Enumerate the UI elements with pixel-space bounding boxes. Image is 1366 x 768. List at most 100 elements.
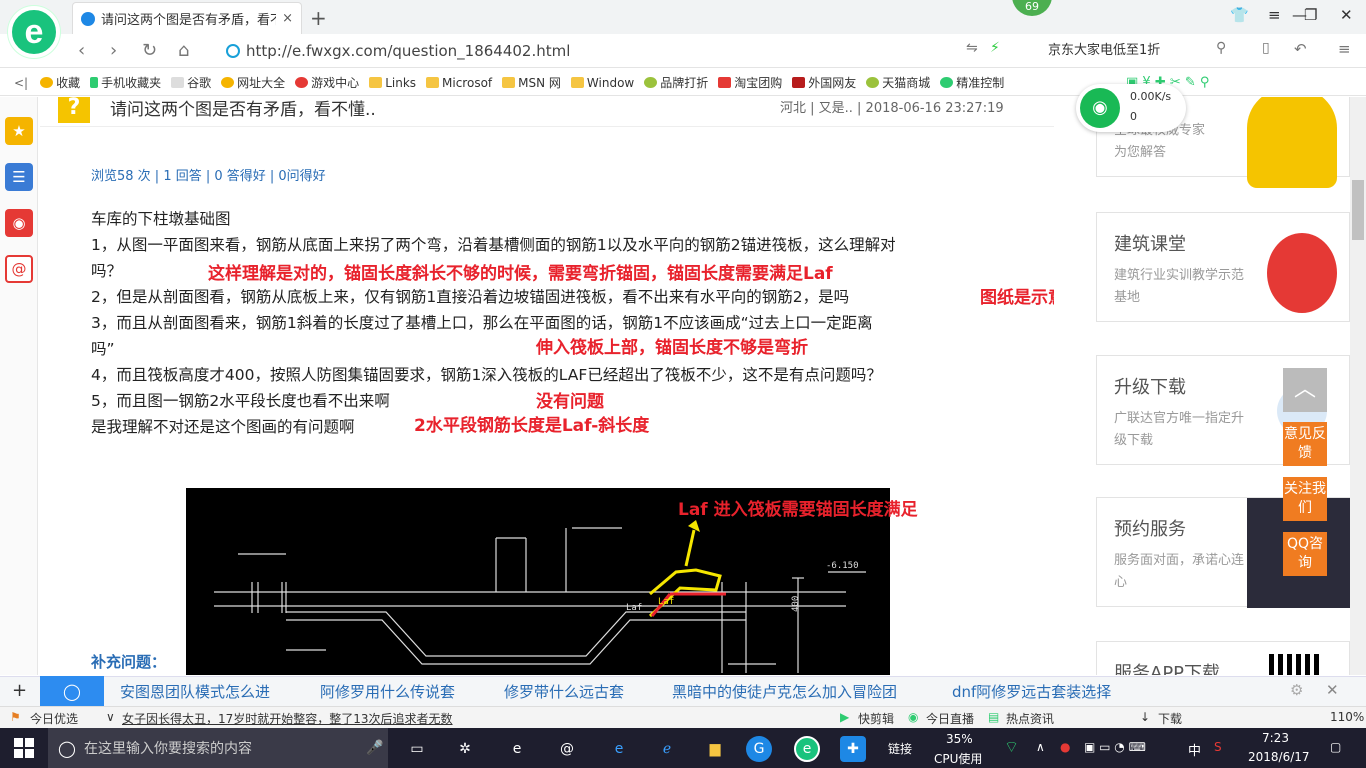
question-stats[interactable]: 浏览58 次 | 1 回答 | 0 答得好 | 0问得好 <box>91 165 326 184</box>
back-to-top-button[interactable]: ︿ <box>1283 368 1327 412</box>
bookmark-item[interactable]: 精准控制 <box>940 74 1004 91</box>
bookmark-item[interactable]: 谷歌 <box>171 74 211 91</box>
sogou-ime-icon[interactable]: S <box>1214 740 1222 754</box>
left-sidebar: ★ ☰ ◉ @ <box>0 97 38 675</box>
status-item[interactable]: 今日直播 <box>926 710 974 727</box>
hot-search-item[interactable]: 安图恩团队模式怎么进 <box>120 681 270 702</box>
qq-consult-button[interactable]: QQ咨询 <box>1283 532 1327 576</box>
browser-logo-icon[interactable]: e <box>8 6 60 58</box>
bookmark-item[interactable]: Window <box>570 76 634 90</box>
share-icon[interactable]: ⇋ <box>966 40 978 56</box>
app-cross-icon[interactable]: ✚ <box>840 736 866 762</box>
site-favicon-icon <box>81 11 95 26</box>
shirt-icon[interactable]: 👕 <box>1230 6 1249 24</box>
bookmark-item[interactable]: Links <box>369 76 416 90</box>
forward-icon[interactable]: › <box>110 40 117 61</box>
bookmark-item[interactable]: 淘宝团购 <box>718 74 782 91</box>
bookmark-item[interactable]: 外国网友 <box>792 74 856 91</box>
search-icon[interactable]: ⚲ <box>1216 40 1226 56</box>
clip-icon: ▶ <box>840 710 850 724</box>
score-badge[interactable]: 69 <box>1012 0 1052 16</box>
maximize-icon[interactable]: ❐ <box>1304 6 1317 24</box>
pinwheel-icon[interactable]: ✲ <box>452 736 478 762</box>
notification-icon[interactable]: ▢ <box>1330 740 1341 754</box>
favorites-icon[interactable]: ★ <box>5 117 33 145</box>
tab-close-icon[interactable]: × <box>282 11 293 26</box>
card-desc: 广联达官方唯一指定升级下载 <box>1114 411 1245 448</box>
list-icon[interactable]: ☰ <box>5 163 33 191</box>
task-view-icon[interactable]: ▭ <box>404 736 430 762</box>
status-item[interactable]: 下载 <box>1158 710 1182 727</box>
microphone-icon: 🎤 <box>366 740 384 756</box>
bookmark-item[interactable]: 品牌打折 <box>644 74 708 91</box>
bookmark-item[interactable]: 收藏 <box>40 74 80 91</box>
settings-icon[interactable]: ⚙ <box>1290 681 1303 699</box>
menu-icon[interactable]: ≡ <box>1268 6 1281 24</box>
weibo-icon[interactable]: ◉ <box>5 209 33 237</box>
collapse-icon[interactable]: <| <box>14 76 28 90</box>
url-field[interactable]: http://e.fwxgx.com/question_1864402.html <box>226 39 1034 63</box>
back-icon[interactable]: ‹ <box>78 40 85 61</box>
bookmark-item[interactable]: MSN 网 <box>502 74 561 91</box>
zoom-level[interactable]: 110% <box>1330 710 1364 724</box>
card-desc: 服务面对面，承诺心连心 <box>1114 553 1245 590</box>
hot-search-item[interactable]: 阿修罗用什么传说套 <box>320 681 455 702</box>
link-label[interactable]: 链接 <box>888 740 912 757</box>
ie-blue-icon[interactable]: ℯ <box>654 736 680 762</box>
status-item[interactable]: 快剪辑 <box>858 710 894 727</box>
ie-icon[interactable]: e <box>606 736 632 762</box>
service-card[interactable]: 服务APP下载 <box>1096 641 1350 675</box>
refresh-icon[interactable]: ↻ <box>142 40 157 61</box>
mascot-icon <box>1247 97 1337 188</box>
tray-icons[interactable]: ▣ ▭ ◔ ⌨ <box>1084 740 1146 754</box>
hot-search-item[interactable]: dnf阿修罗远古套装选择 <box>952 681 1111 702</box>
lightning-icon[interactable]: ⚡ <box>990 40 1000 56</box>
bookmark-item[interactable]: 游戏中心 <box>295 74 359 91</box>
taskbar-search-input[interactable]: ◯ 在这里输入你要搜索的内容 🎤 <box>48 728 388 768</box>
undo-icon[interactable]: ↶ <box>1294 40 1307 58</box>
cpu-label: CPU使用 <box>934 752 983 766</box>
folder-icon <box>570 77 584 88</box>
answer-annotation: 没有问题 <box>536 392 604 412</box>
search-input[interactable]: 京东大家电低至1折 <box>1040 39 1240 63</box>
service-card[interactable]: 建筑课堂 建筑行业实训教学示范基地 <box>1096 212 1350 322</box>
network-widget[interactable]: ◉ 0.00K/s 0 <box>1076 84 1186 132</box>
card-desc: 建筑行业实训教学示范基地 <box>1114 268 1245 305</box>
close-icon[interactable]: ✕ <box>1326 681 1339 699</box>
hot-search-item[interactable]: 修罗带什么远古套 <box>504 681 624 702</box>
ime-indicator[interactable]: 中 <box>1188 740 1201 759</box>
status-item[interactable]: 热点资讯 <box>1006 710 1054 727</box>
windows-start-icon[interactable] <box>14 738 34 758</box>
feedback-button[interactable]: 意见反馈 <box>1283 422 1327 466</box>
chevron-up-icon[interactable]: ∧ <box>1036 740 1045 754</box>
cad-laf-label: Laf <box>626 603 642 613</box>
swirl-icon[interactable]: @ <box>554 736 580 762</box>
bookmark-item[interactable]: 天猫商城 <box>866 74 930 91</box>
wifi-tray-icon[interactable]: ⌔ <box>1004 737 1019 757</box>
sogou-icon[interactable]: G <box>746 736 772 762</box>
add-icon[interactable]: + <box>12 680 27 701</box>
window-close-icon[interactable]: ✕ <box>1340 6 1353 24</box>
home-icon[interactable]: ⌂ <box>178 40 189 61</box>
phone-icon[interactable]: ▯ <box>1262 40 1270 56</box>
bookmark-item[interactable]: 手机收藏夹 <box>90 74 161 91</box>
status-today-label[interactable]: 今日优选 <box>30 710 78 727</box>
hot-search-item[interactable]: 黑暗中的使徒卢克怎么加入冒险团 <box>672 681 897 702</box>
news-ticker[interactable]: 女子因长得太丑，17岁时就开始整容，整了13次后追求者无数 <box>122 710 453 727</box>
clock-date[interactable]: 2018/6/17 <box>1248 750 1310 764</box>
new-tab-button[interactable]: + <box>310 6 327 30</box>
question-line: 吗” <box>91 340 115 358</box>
file-explorer-icon[interactable]: ▆ <box>702 736 728 762</box>
clock-time[interactable]: 7:23 <box>1262 731 1289 745</box>
more-icon[interactable]: ≡ <box>1338 40 1351 58</box>
hot-search-icon[interactable]: ◯ <box>40 676 104 706</box>
bookmark-item[interactable]: 网址大全 <box>221 74 285 91</box>
security-tray-icon[interactable]: ● <box>1060 740 1070 754</box>
scrollbar-thumb[interactable] <box>1352 180 1364 240</box>
edge-icon[interactable]: e <box>504 736 530 762</box>
browser-taskbar-icon[interactable]: e <box>794 736 820 762</box>
tab-current[interactable]: 请问这两个图是否有矛盾，看不懂 × <box>72 2 302 34</box>
bookmark-item[interactable]: Microsof <box>426 76 492 90</box>
mail-icon[interactable]: @ <box>5 255 33 283</box>
follow-button[interactable]: 关注我们 <box>1283 477 1327 521</box>
